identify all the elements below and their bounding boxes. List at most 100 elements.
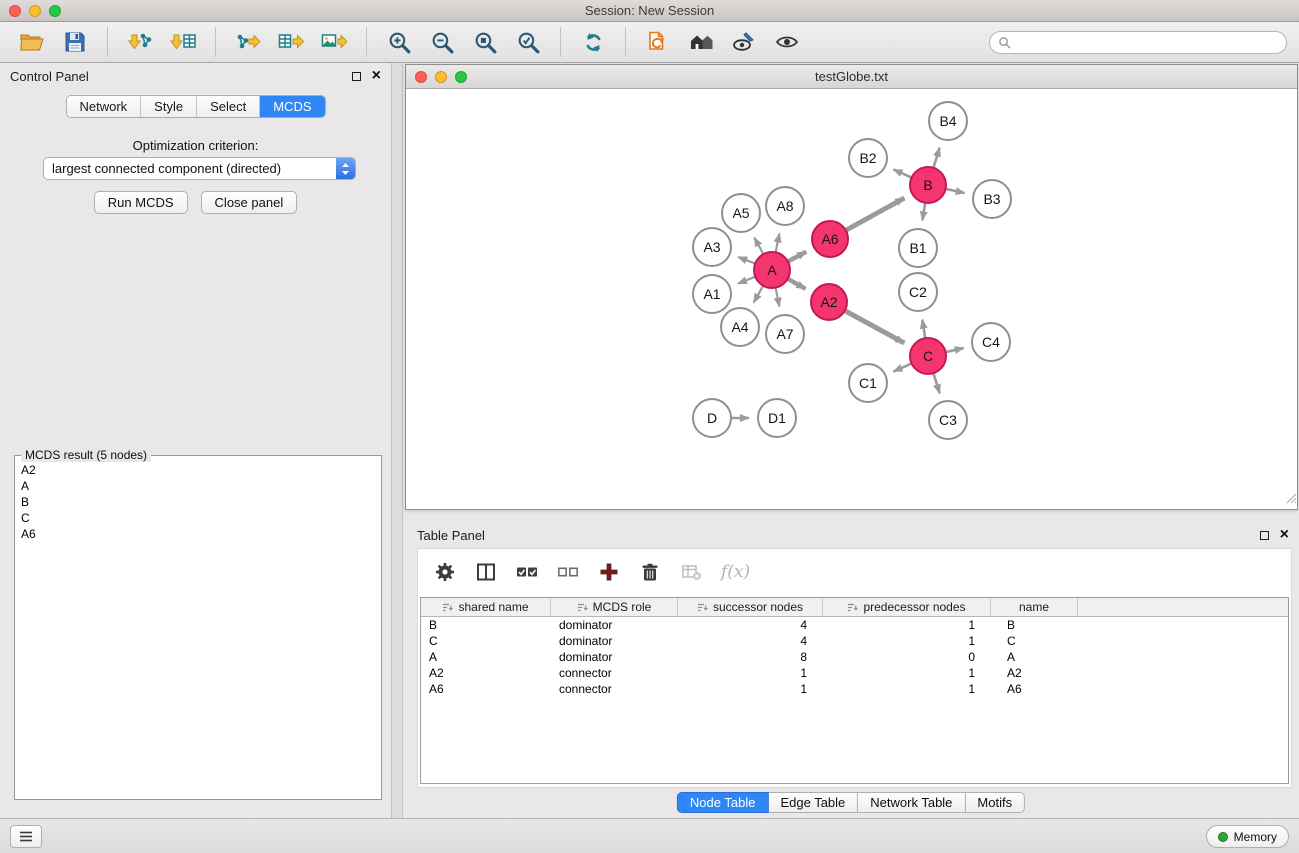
resize-grip[interactable] <box>1284 491 1297 509</box>
close-panel-button[interactable]: Close panel <box>201 191 298 214</box>
float-panel-icon[interactable] <box>352 72 361 81</box>
graph-node-A1[interactable]: A1 <box>693 275 731 313</box>
graph-edge-B-B2[interactable] <box>894 169 912 177</box>
graph-node-C2[interactable]: C2 <box>899 273 937 311</box>
export-image-button[interactable] <box>314 24 354 60</box>
session-from-url-button[interactable] <box>638 24 678 60</box>
graph-node-A[interactable]: A <box>754 252 790 288</box>
open-session-button[interactable] <box>12 24 52 60</box>
apply-layout-button[interactable] <box>573 24 613 60</box>
graph-node-D1[interactable]: D1 <box>758 399 796 437</box>
table-row[interactable]: Adominator80A <box>421 649 1288 665</box>
home-button[interactable] <box>681 24 721 60</box>
graph-node-A3[interactable]: A3 <box>693 228 731 266</box>
graph-edge-A-A7[interactable] <box>776 288 780 307</box>
tab-network[interactable]: Network <box>66 96 141 117</box>
graph-node-C1[interactable]: C1 <box>849 364 887 402</box>
graph-node-A5[interactable]: A5 <box>722 194 760 232</box>
tab-select[interactable]: Select <box>197 96 260 117</box>
graph-node-B1[interactable]: B1 <box>899 229 937 267</box>
network-window-titlebar[interactable]: testGlobe.txt <box>406 65 1297 89</box>
graph-node-A7[interactable]: A7 <box>766 315 804 353</box>
graph-edge-A-A2[interactable] <box>788 279 806 289</box>
deselect-all-button[interactable] <box>553 557 583 587</box>
close-table-panel-icon[interactable]: × <box>1280 529 1289 541</box>
graph-edge-A-A5[interactable] <box>754 238 763 255</box>
close-panel-icon[interactable]: × <box>372 70 381 82</box>
graph-edge-A-A3[interactable] <box>738 257 755 264</box>
graph-node-A8[interactable]: A8 <box>766 187 804 225</box>
column-header-predecessor-nodes[interactable]: predecessor nodes <box>823 598 991 616</box>
float-table-panel-icon[interactable] <box>1260 531 1269 540</box>
minimize-window-button[interactable] <box>29 5 41 17</box>
toolbar-search[interactable] <box>989 31 1287 54</box>
export-network-button[interactable] <box>228 24 268 60</box>
column-header-name[interactable]: name <box>991 598 1078 616</box>
mcds-result-item[interactable]: A6 <box>21 526 375 542</box>
create-column-button[interactable] <box>594 557 624 587</box>
graph-edge-A-A4[interactable] <box>754 286 763 303</box>
graph-edge-B-B4[interactable] <box>933 148 939 168</box>
table-row[interactable]: Bdominator41B <box>421 617 1288 633</box>
column-header-shared-name[interactable]: shared name <box>421 598 551 616</box>
criterion-dropdown[interactable]: largest connected component (directed) <box>43 157 356 180</box>
select-all-button[interactable] <box>512 557 542 587</box>
show-columns-button[interactable] <box>471 557 501 587</box>
import-table-button[interactable] <box>163 24 203 60</box>
graph-edge-C-C3[interactable] <box>933 373 939 393</box>
zoom-out-button[interactable] <box>422 24 462 60</box>
table-row[interactable]: A2connector11A2 <box>421 665 1288 681</box>
mcds-result-item[interactable]: C <box>21 510 375 526</box>
zoom-in-button[interactable] <box>379 24 419 60</box>
graph-edge-A6-B[interactable] <box>846 198 905 230</box>
column-header-successor-nodes[interactable]: successor nodes <box>678 598 823 616</box>
graph-node-D[interactable]: D <box>693 399 731 437</box>
tab-style[interactable]: Style <box>141 96 197 117</box>
mcds-result-item[interactable]: B <box>21 494 375 510</box>
graph-node-A6[interactable]: A6 <box>812 221 848 257</box>
graph-node-A4[interactable]: A4 <box>721 308 759 346</box>
graph-edge-C-C1[interactable] <box>894 363 912 371</box>
graphics-details-button[interactable] <box>724 24 764 60</box>
mcds-result-item[interactable]: A2 <box>21 462 375 478</box>
graph-edge-A-A8[interactable] <box>776 233 780 252</box>
panel-divider[interactable] <box>391 63 403 818</box>
graph-edge-A-A1[interactable] <box>738 277 755 284</box>
zoom-selected-button[interactable] <box>508 24 548 60</box>
graph-node-C[interactable]: C <box>910 338 946 374</box>
tab-mcds[interactable]: MCDS <box>260 96 324 117</box>
graph-node-C4[interactable]: C4 <box>972 323 1010 361</box>
zoom-fit-button[interactable] <box>465 24 505 60</box>
graph-node-C3[interactable]: C3 <box>929 401 967 439</box>
graph-edge-B-B3[interactable] <box>946 189 965 193</box>
network-overview-button[interactable] <box>767 24 807 60</box>
table-row[interactable]: A6connector11A6 <box>421 681 1288 697</box>
graph-node-B2[interactable]: B2 <box>849 139 887 177</box>
graph-edge-C-C4[interactable] <box>946 348 964 352</box>
column-header-mcds-role[interactable]: MCDS role <box>551 598 678 616</box>
network-canvas[interactable]: B4B2BB3A5A8A6A3B1AC2A1A2A4A7C4CC1DD1C3 <box>406 89 1297 509</box>
memory-button[interactable]: Memory <box>1206 825 1289 848</box>
table-row[interactable]: Cdominator41C <box>421 633 1288 649</box>
tab-edge-table[interactable]: Edge Table <box>768 792 858 813</box>
graph-node-B[interactable]: B <box>910 167 946 203</box>
graph-node-B3[interactable]: B3 <box>973 180 1011 218</box>
tab-motifs[interactable]: Motifs <box>965 792 1025 813</box>
mcds-result-item[interactable]: A <box>21 478 375 494</box>
graph-edge-A2-C[interactable] <box>845 311 904 343</box>
export-table-button[interactable] <box>271 24 311 60</box>
delete-column-button[interactable] <box>635 557 665 587</box>
task-history-button[interactable] <box>10 825 42 848</box>
tab-network-table[interactable]: Network Table <box>858 792 965 813</box>
run-mcds-button[interactable]: Run MCDS <box>94 191 188 214</box>
zoom-window-button[interactable] <box>49 5 61 17</box>
graph-node-B4[interactable]: B4 <box>929 102 967 140</box>
search-input[interactable] <box>1016 35 1278 49</box>
graph-edge-A-A6[interactable] <box>788 252 806 262</box>
import-network-button[interactable] <box>120 24 160 60</box>
table-settings-button[interactable] <box>430 557 460 587</box>
close-window-button[interactable] <box>9 5 21 17</box>
graph-edge-B-B1[interactable] <box>922 203 925 221</box>
graph-edge-C-C2[interactable] <box>922 320 925 339</box>
tab-node-table[interactable]: Node Table <box>677 792 769 813</box>
